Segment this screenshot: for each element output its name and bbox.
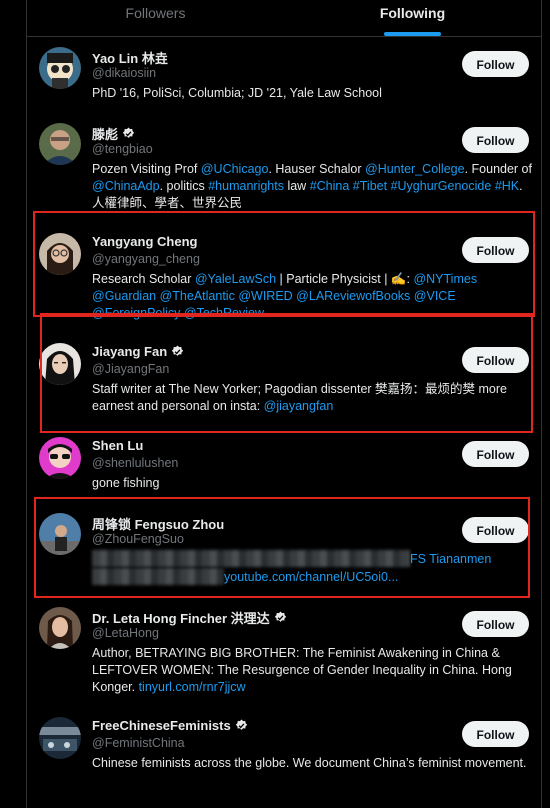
user-handle[interactable]: @dikaiosiin bbox=[92, 66, 156, 80]
bio-link[interactable]: #UyghurGenocide bbox=[391, 179, 492, 193]
user-name[interactable]: Yao Lin 林垚 bbox=[92, 48, 168, 67]
avatar[interactable] bbox=[39, 123, 81, 165]
user-handle[interactable]: @LetaHong bbox=[92, 626, 159, 640]
bio-link[interactable]: tinyurl.com/rnr7jjcw bbox=[139, 680, 246, 694]
follow-button[interactable]: Follow bbox=[462, 721, 529, 747]
bio-link[interactable]: @Hunter_College bbox=[365, 162, 465, 176]
bio-link[interactable]: @UChicago bbox=[201, 162, 269, 176]
user-cell[interactable]: Dr. Leta Hong Fincher 洪理达 @LetaHong Auth… bbox=[27, 600, 541, 704]
tab-followers[interactable]: Followers bbox=[27, 0, 284, 36]
bio-link[interactable]: #Tibet bbox=[353, 179, 387, 193]
bio-text: . Hauser Schalor bbox=[268, 162, 366, 176]
highlight-box bbox=[40, 313, 533, 433]
verified-badge-icon bbox=[274, 611, 287, 624]
user-bio: PhD '16, PoliSci, Columbia; JD '21, Yale… bbox=[92, 85, 532, 102]
avatar[interactable] bbox=[39, 717, 81, 759]
bio-link[interactable]: #humanrights bbox=[208, 179, 284, 193]
bio-text: . politics bbox=[159, 179, 209, 193]
bio-text: Pozen Visiting Prof bbox=[92, 162, 201, 176]
bio-link[interactable]: #HK bbox=[495, 179, 519, 193]
bio-link[interactable]: @ChinaAdp bbox=[92, 179, 160, 193]
user-bio: gone fishing bbox=[92, 475, 532, 492]
bio-text: law bbox=[283, 179, 310, 193]
highlight-box bbox=[34, 497, 530, 598]
left-gutter bbox=[0, 0, 26, 808]
bio-text: PhD '16, PoliSci, Columbia; JD '21, Yale… bbox=[92, 86, 382, 100]
verified-badge-icon bbox=[235, 719, 248, 732]
follow-button[interactable]: Follow bbox=[462, 127, 529, 153]
verified-badge-icon bbox=[122, 127, 135, 140]
follow-button[interactable]: Follow bbox=[462, 441, 529, 467]
right-gutter bbox=[542, 0, 550, 808]
avatar[interactable] bbox=[39, 437, 81, 479]
user-handle[interactable]: @shenlulushen bbox=[92, 456, 178, 470]
follow-button[interactable]: Follow bbox=[462, 51, 529, 77]
user-bio: Pozen Visiting Prof @UChicago. Hauser Sc… bbox=[92, 161, 532, 212]
tab-bar: Followers Following bbox=[27, 0, 541, 37]
user-cell[interactable]: FreeChineseFeminists @FeministChina Chin… bbox=[27, 710, 541, 808]
user-name[interactable]: 滕彪 bbox=[92, 124, 135, 143]
user-name[interactable]: Shen Lu bbox=[92, 438, 143, 453]
user-name[interactable]: FreeChineseFeminists bbox=[92, 718, 248, 733]
highlight-box bbox=[33, 211, 535, 317]
avatar[interactable] bbox=[39, 47, 81, 89]
tab-following[interactable]: Following bbox=[284, 0, 541, 36]
bio-link[interactable]: #China bbox=[310, 179, 350, 193]
follow-button[interactable]: Follow bbox=[462, 611, 529, 637]
user-handle[interactable]: @tengbiao bbox=[92, 142, 153, 156]
user-bio: Author, BETRAYING BIG BROTHER: The Femin… bbox=[92, 645, 532, 696]
user-cell[interactable]: 滕彪 @tengbiao Pozen Visiting Prof @UChica… bbox=[27, 116, 541, 216]
user-handle[interactable]: @FeministChina bbox=[92, 736, 185, 750]
user-bio: Chinese feminists across the globe. We d… bbox=[92, 755, 532, 772]
user-name[interactable]: Dr. Leta Hong Fincher 洪理达 bbox=[92, 608, 287, 627]
user-cell[interactable]: Yao Lin 林垚 @dikaiosiin PhD '16, PoliSci,… bbox=[27, 40, 541, 112]
bio-text: Chinese feminists across the globe. We d… bbox=[92, 756, 527, 770]
avatar[interactable] bbox=[39, 607, 81, 649]
user-cell[interactable]: Shen Lu @shenlulushen gone fishing Follo… bbox=[27, 430, 541, 494]
bio-text: . Founder of bbox=[464, 162, 532, 176]
bio-text: gone fishing bbox=[92, 476, 160, 490]
active-tab-indicator bbox=[384, 32, 441, 36]
